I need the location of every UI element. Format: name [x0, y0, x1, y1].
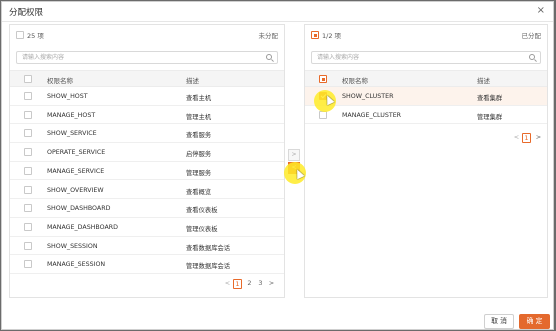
- panel-header: 1/2 项 已分配: [305, 25, 547, 45]
- permission-desc: 查看集群: [477, 95, 503, 102]
- pagination: < 1 >: [512, 133, 548, 143]
- column-name: 权限名称: [47, 77, 73, 85]
- permission-name: MANAGE_DASHBOARD: [47, 223, 119, 231]
- permission-name: SHOW_SESSION: [47, 242, 98, 250]
- permission-name: OPERATE_SERVICE: [47, 149, 106, 157]
- cancel-button[interactable]: 取 消: [484, 314, 514, 329]
- permission-name: SHOW_SERVICE: [47, 130, 97, 138]
- column-desc: 描述: [186, 77, 199, 85]
- permission-name: MANAGE_SERVICE: [47, 167, 105, 175]
- permission-name: SHOW_CLUSTER: [342, 93, 394, 100]
- panel-status: 已分配: [521, 32, 542, 40]
- page-1-button[interactable]: 1: [522, 133, 531, 143]
- table-header: 权限名称 描述: [305, 70, 547, 87]
- permission-desc: 查看服务: [186, 132, 212, 140]
- row-checkbox[interactable]: [24, 185, 32, 194]
- row-checkbox[interactable]: [24, 222, 32, 231]
- permission-desc: 管理仪表板: [186, 225, 218, 233]
- table-row[interactable]: SHOW_DASHBOARD 查看仪表板: [10, 199, 284, 218]
- column-desc: 描述: [477, 77, 490, 85]
- next-page-button[interactable]: >: [267, 279, 276, 289]
- table-row[interactable]: OPERATE_SERVICE 启停服务: [10, 143, 284, 162]
- dialog-title: 分配权限: [9, 8, 44, 18]
- table-row[interactable]: SHOW_SERVICE 查看服务: [10, 124, 284, 144]
- dialog-header: 分配权限 ×: [2, 2, 553, 22]
- row-checkbox[interactable]: [24, 110, 32, 119]
- row-checkbox[interactable]: [24, 241, 32, 250]
- row-checkbox[interactable]: [24, 129, 32, 138]
- permission-dialog: 分配权限 × 25 项 未分配 权限名称 描述 SHOW_HOST 查看主机 MAN…: [1, 1, 554, 330]
- header-checkbox[interactable]: [319, 75, 327, 83]
- move-to-right-button[interactable]: >: [288, 149, 300, 161]
- table-row[interactable]: MANAGE_CLUSTER 管理集群: [305, 106, 547, 125]
- page-2-button[interactable]: 2: [245, 279, 254, 289]
- close-icon[interactable]: ×: [537, 5, 545, 16]
- table-header: 权限名称 描述: [10, 70, 284, 87]
- search-input[interactable]: [22, 52, 243, 63]
- assigned-panel: 1/2 项 已分配 权限名称 描述 SHOW_CLUSTER 查看集群 MANAGE…: [304, 24, 548, 298]
- permission-desc: 启停服务: [186, 151, 212, 159]
- next-page-button[interactable]: >: [534, 133, 543, 143]
- search-icon[interactable]: [529, 54, 535, 60]
- table-row[interactable]: MANAGE_DASHBOARD 管理仪表板: [10, 218, 284, 237]
- permission-name: SHOW_HOST: [47, 93, 88, 100]
- page-1-button[interactable]: 1: [233, 279, 242, 289]
- column-name: 权限名称: [342, 77, 368, 85]
- panel-header: 25 项 未分配: [10, 25, 284, 45]
- table-row[interactable]: SHOW_OVERVIEW 查看概览: [10, 181, 284, 200]
- permission-desc: 管理主机: [186, 113, 212, 121]
- item-count: 25 项: [27, 32, 44, 40]
- prev-page-button[interactable]: <: [512, 133, 521, 143]
- pagination: < 1 2 3 >: [223, 279, 283, 289]
- unassigned-panel: 25 项 未分配 权限名称 描述 SHOW_HOST 查看主机 MANAGE_HOS…: [9, 24, 285, 298]
- confirm-button[interactable]: 确 定: [519, 314, 550, 329]
- table-row[interactable]: MANAGE_SESSION 管理数据库会话: [10, 255, 284, 274]
- table-row[interactable]: SHOW_SESSION 查看数据库会话: [10, 237, 284, 256]
- permission-desc: 查看主机: [186, 95, 212, 102]
- permission-desc: 管理服务: [186, 169, 212, 177]
- row-checkbox[interactable]: [24, 92, 32, 100]
- permission-name: SHOW_OVERVIEW: [47, 186, 104, 194]
- permission-name: MANAGE_CLUSTER: [342, 111, 402, 119]
- permission-desc: 管理数据库会话: [186, 263, 231, 271]
- row-checkbox[interactable]: [24, 260, 32, 269]
- table-row[interactable]: SHOW_HOST 查看主机: [10, 87, 284, 106]
- search-box: [16, 51, 278, 64]
- header-checkbox[interactable]: [24, 75, 32, 83]
- permission-desc: 查看仪表板: [186, 207, 218, 215]
- item-count: 1/2 项: [322, 32, 342, 40]
- search-input[interactable]: [317, 52, 511, 63]
- permission-desc: 查看概览: [186, 188, 212, 196]
- search-box: [311, 51, 541, 64]
- permission-name: MANAGE_HOST: [47, 111, 96, 119]
- permission-desc: 查看数据库会话: [186, 244, 231, 252]
- prev-page-button[interactable]: <: [223, 279, 232, 289]
- page-3-button[interactable]: 3: [256, 279, 265, 289]
- select-all-checkbox[interactable]: [311, 31, 319, 39]
- row-checkbox[interactable]: [24, 166, 32, 175]
- panel-status: 未分配: [258, 32, 279, 40]
- table-row[interactable]: MANAGE_HOST 管理主机: [10, 106, 284, 125]
- row-checkbox[interactable]: [24, 204, 32, 213]
- permission-name: SHOW_DASHBOARD: [47, 205, 111, 213]
- permission-name: MANAGE_SESSION: [47, 261, 106, 269]
- search-icon[interactable]: [266, 54, 272, 60]
- table-row[interactable]: SHOW_CLUSTER 查看集群: [305, 87, 547, 106]
- table-row[interactable]: MANAGE_SERVICE 管理服务: [10, 162, 284, 181]
- row-checkbox[interactable]: [24, 148, 32, 157]
- permission-desc: 管理集群: [477, 113, 503, 121]
- select-all-checkbox[interactable]: [16, 31, 24, 39]
